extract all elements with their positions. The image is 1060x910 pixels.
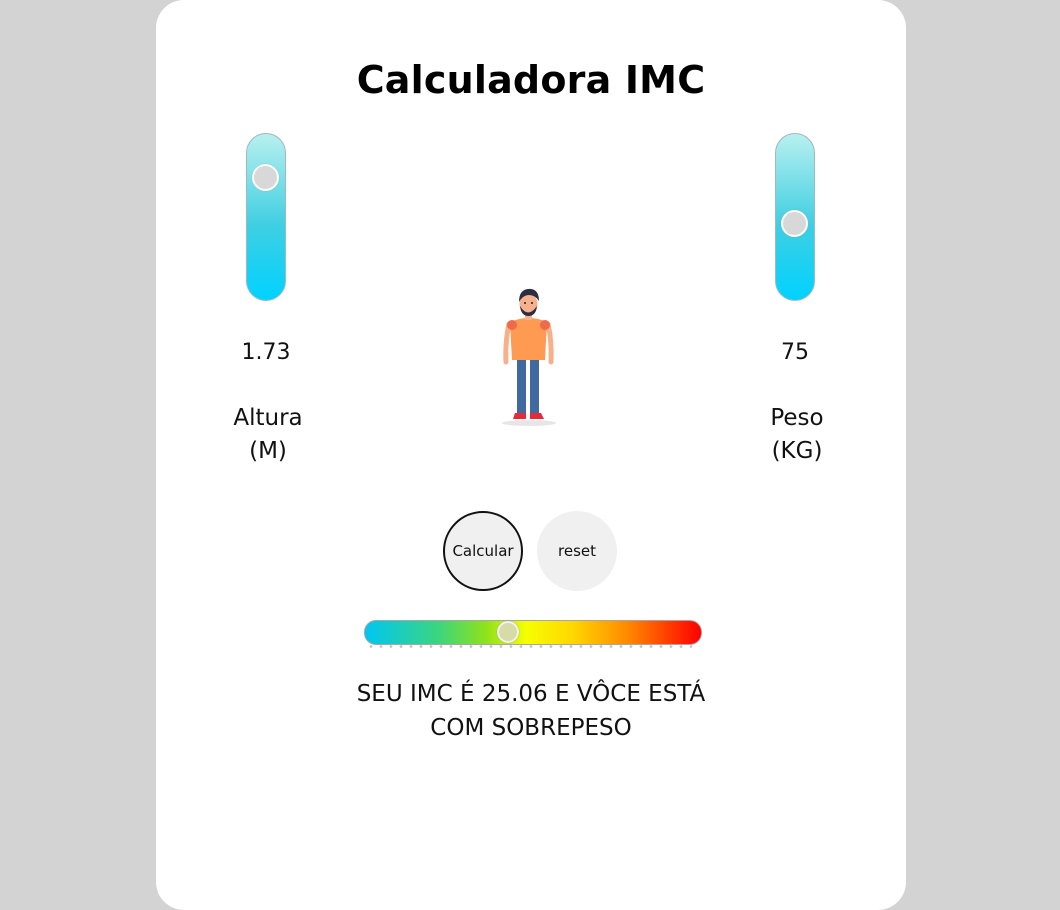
bmi-scale-ticks bbox=[366, 645, 700, 648]
height-label-name: Altura bbox=[233, 405, 303, 431]
page-title: Calculadora IMC bbox=[356, 58, 706, 102]
bmi-scale-indicator bbox=[496, 621, 519, 643]
weight-value: 75 bbox=[781, 340, 809, 365]
height-value: 1.73 bbox=[241, 340, 291, 365]
weight-slider-thumb[interactable] bbox=[781, 210, 808, 238]
weight-label: Peso (KG) bbox=[727, 402, 867, 468]
height-label: Altura (M) bbox=[198, 402, 338, 468]
reset-button[interactable]: reset bbox=[537, 511, 617, 591]
bmi-result-line1: SEU IMC É 25.06 E VÔCE ESTÁ bbox=[356, 681, 706, 707]
bmi-result-text: SEU IMC É 25.06 E VÔCE ESTÁ COM SOBREPES… bbox=[336, 677, 726, 745]
weight-slider[interactable] bbox=[775, 133, 815, 301]
person-illustration bbox=[502, 288, 556, 426]
height-slider-thumb[interactable] bbox=[252, 164, 279, 192]
weight-label-unit: (KG) bbox=[771, 438, 823, 464]
calculate-button[interactable]: Calcular bbox=[443, 511, 523, 591]
bmi-scale-bar bbox=[364, 620, 702, 645]
bmi-result-line2: COM SOBREPESO bbox=[430, 715, 632, 741]
calculator-card: Calculadora IMC 1.73 Altura (M) 75 Peso … bbox=[156, 0, 906, 910]
height-slider[interactable] bbox=[246, 133, 286, 301]
height-label-unit: (M) bbox=[249, 438, 287, 464]
weight-label-name: Peso bbox=[770, 405, 824, 431]
